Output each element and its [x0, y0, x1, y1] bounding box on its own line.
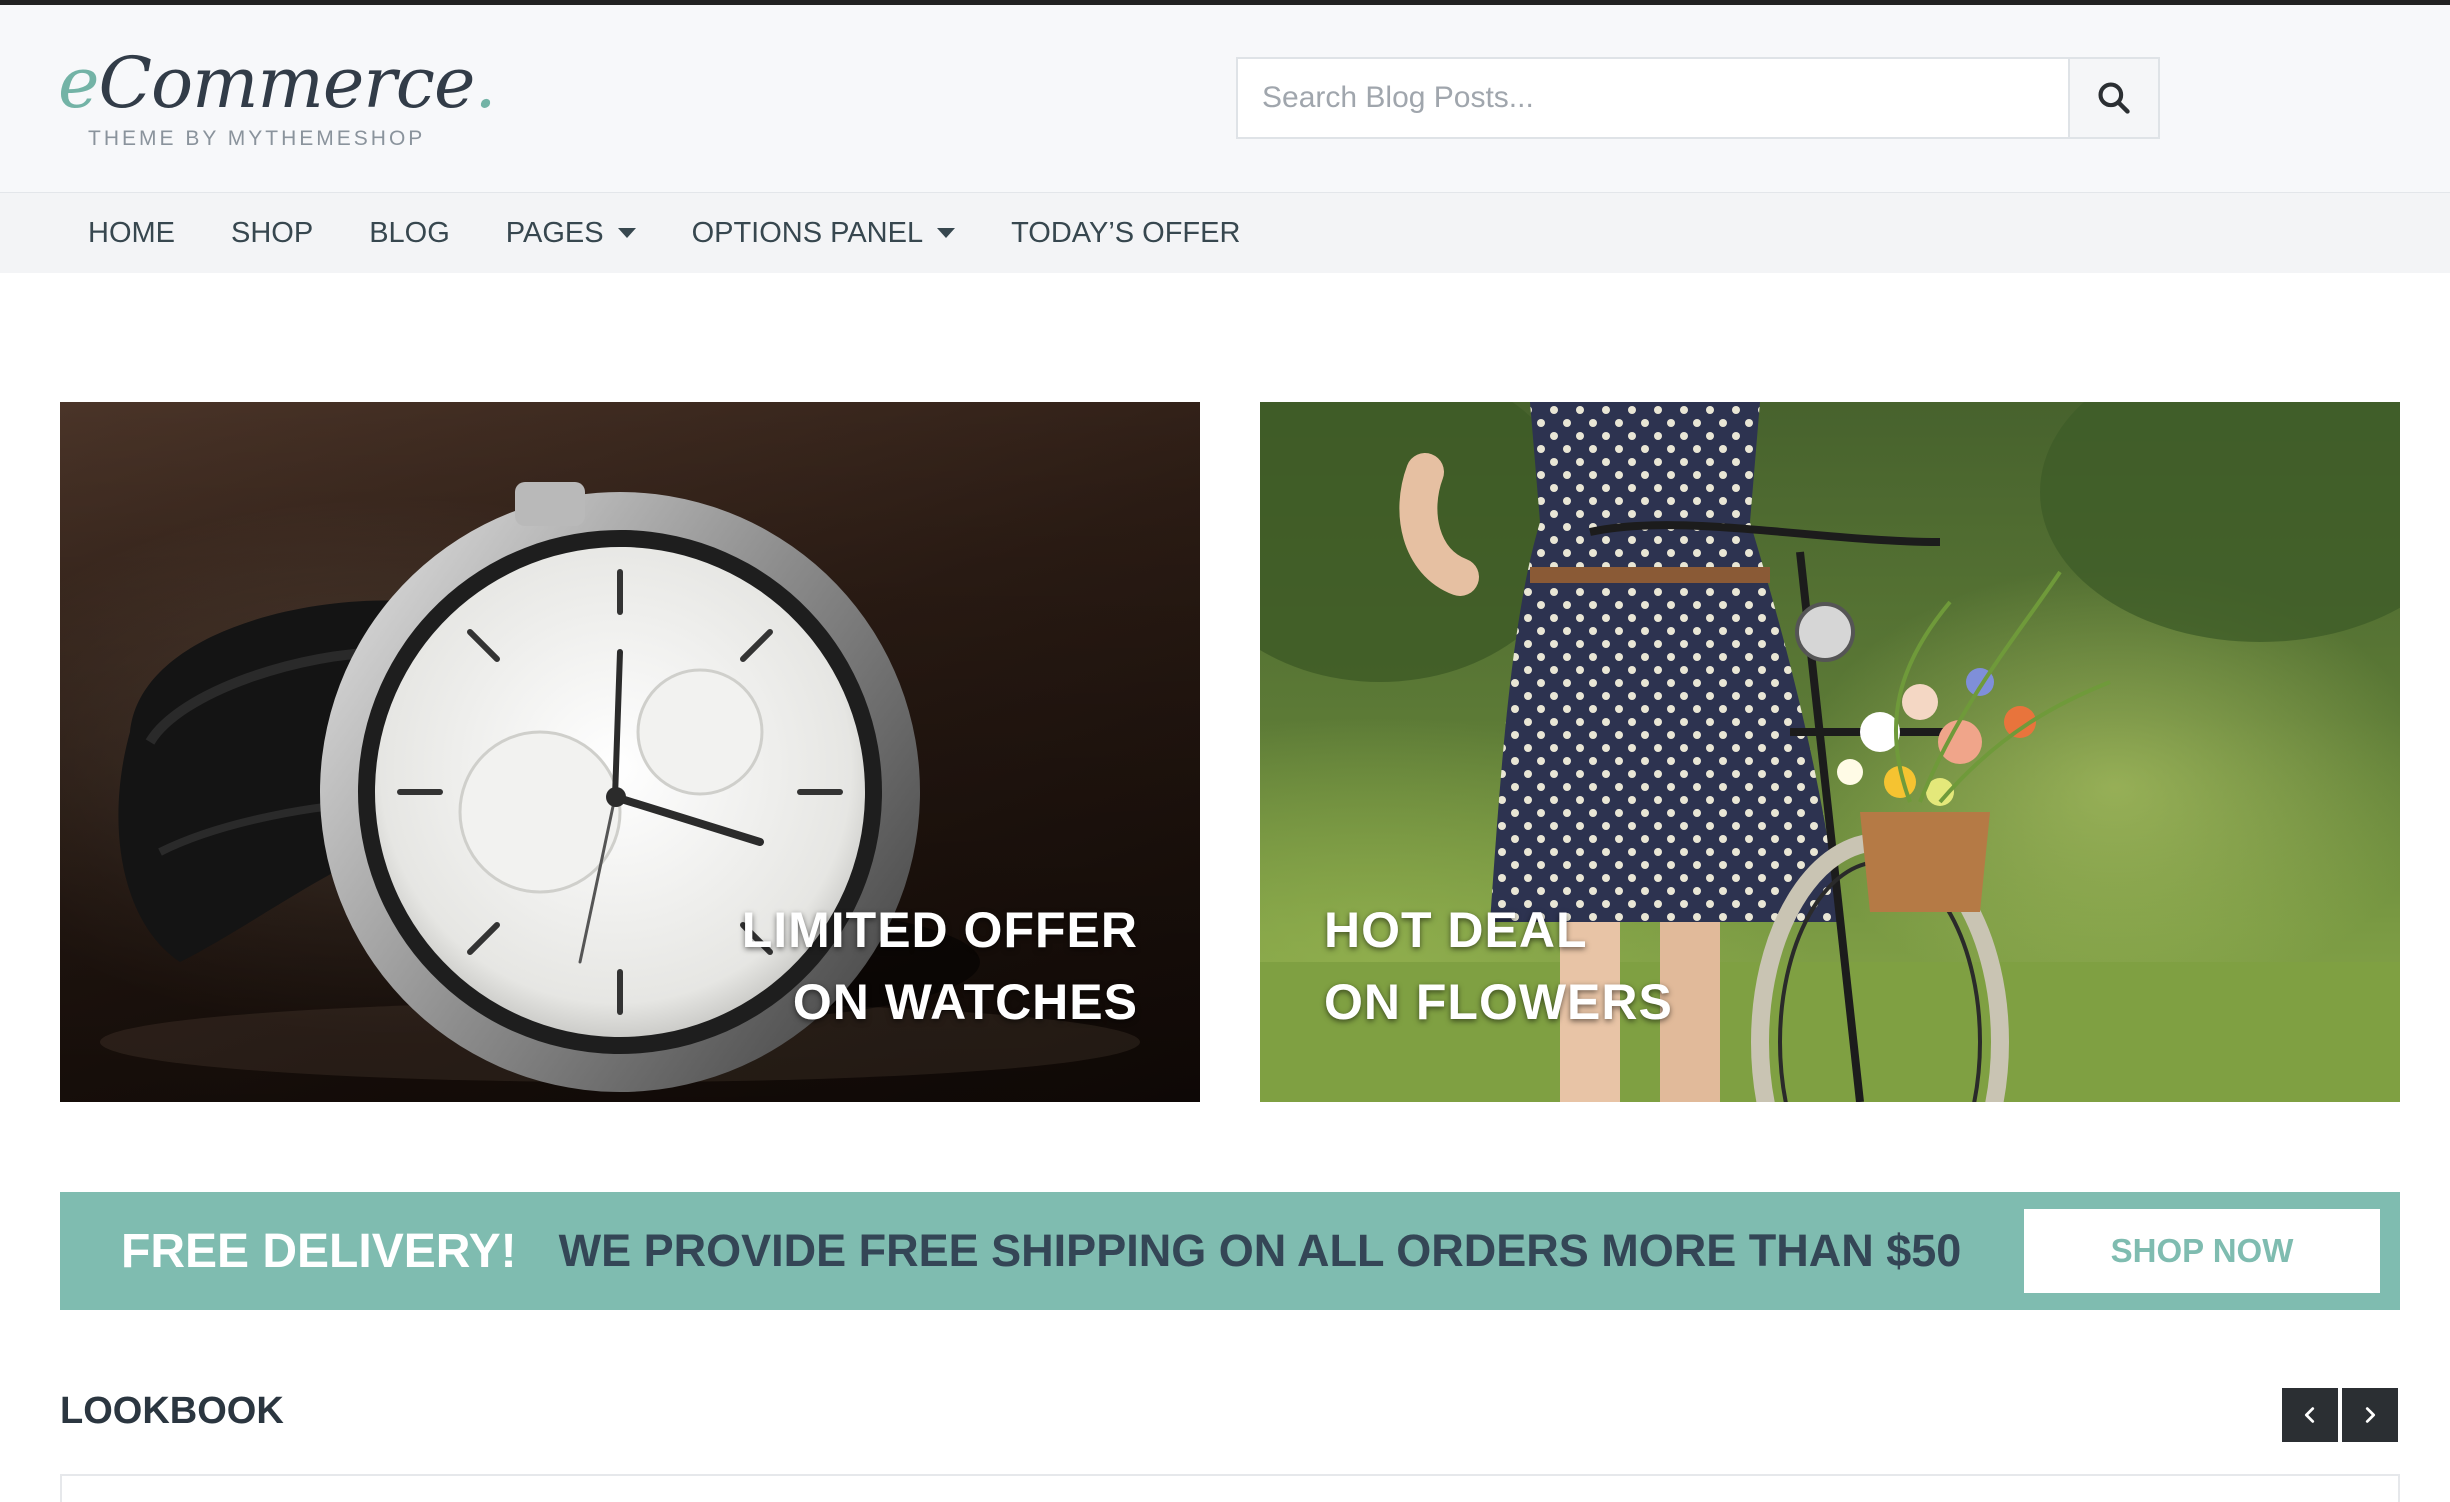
logo-dot: .: [474, 42, 496, 124]
site-header: eCommerce. THEME BY MYTHEMESHOP: [0, 5, 2450, 193]
caret-down-icon: [617, 228, 636, 238]
search-input[interactable]: [1238, 59, 2068, 137]
delivery-text: WE PROVIDE FREE SHIPPING ON ALL ORDERS M…: [558, 1225, 1962, 1276]
lookbook-carousel-controls: [2282, 1388, 2398, 1442]
site-logo[interactable]: eCommerce. THEME BY MYTHEMESHOP: [58, 43, 497, 153]
chevron-right-icon: [2365, 1407, 2376, 1423]
nav-item-label: PAGES: [505, 216, 604, 249]
watches-banner[interactable]: LIMITED OFFER ON WATCHES: [60, 402, 1200, 1102]
main-nav: HOME SHOP BLOG PAGES OPTIONS PANEL TODAY…: [0, 193, 2450, 273]
logo-wordmark: eCommerce.: [58, 42, 497, 124]
chevron-left-icon: [2304, 1407, 2315, 1423]
nav-item-label: BLOG: [369, 216, 450, 249]
nav-item-todays-offer[interactable]: TODAY’S OFFER: [1011, 217, 1240, 250]
nav-item-shop[interactable]: SHOP: [231, 217, 313, 250]
search-button[interactable]: [2068, 59, 2158, 137]
lookbook-prev-button[interactable]: [2282, 1388, 2338, 1442]
nav-item-pages[interactable]: PAGES: [506, 217, 636, 250]
lookbook-next-button[interactable]: [2342, 1388, 2398, 1442]
caret-down-icon: [937, 228, 956, 238]
nav-item-label: HOME: [88, 216, 175, 249]
nav-item-label: OPTIONS PANEL: [691, 216, 924, 249]
watches-banner-title: LIMITED OFFER ON WATCHES: [742, 894, 1138, 1038]
flowers-banner-title: HOT DEAL ON FLOWERS: [1324, 894, 1673, 1038]
nav-item-label: SHOP: [231, 216, 314, 249]
logo-wordmark-text: Commerce: [98, 42, 475, 124]
flowers-banner[interactable]: HOT DEAL ON FLOWERS: [1260, 402, 2400, 1102]
nav-item-label: TODAY’S OFFER: [1011, 216, 1241, 249]
nav-item-blog[interactable]: BLOG: [369, 217, 450, 250]
search-form: [1236, 57, 2160, 139]
lookbook-panel: [60, 1474, 2400, 1502]
nav-item-options-panel[interactable]: OPTIONS PANEL: [692, 217, 956, 250]
delivery-headline: FREE DELIVERY!: [121, 1224, 517, 1278]
logo-initial: e: [58, 42, 99, 124]
flowers-banner-line2: ON FLOWERS: [1324, 974, 1673, 1030]
watches-banner-line2: ON WATCHES: [792, 974, 1138, 1030]
watches-banner-line1: LIMITED OFFER: [741, 902, 1138, 958]
logo-tagline: THEME BY MYTHEMESHOP: [88, 127, 426, 150]
lookbook-title: LOOKBOOK: [60, 1390, 284, 1432]
free-delivery-bar: FREE DELIVERY! WE PROVIDE FREE SHIPPING …: [60, 1192, 2400, 1310]
search-icon: [2098, 82, 2130, 114]
shop-now-button[interactable]: SHOP NOW: [2024, 1209, 2380, 1293]
flowers-banner-line1: HOT DEAL: [1324, 902, 1588, 958]
nav-item-home[interactable]: HOME: [88, 217, 175, 250]
